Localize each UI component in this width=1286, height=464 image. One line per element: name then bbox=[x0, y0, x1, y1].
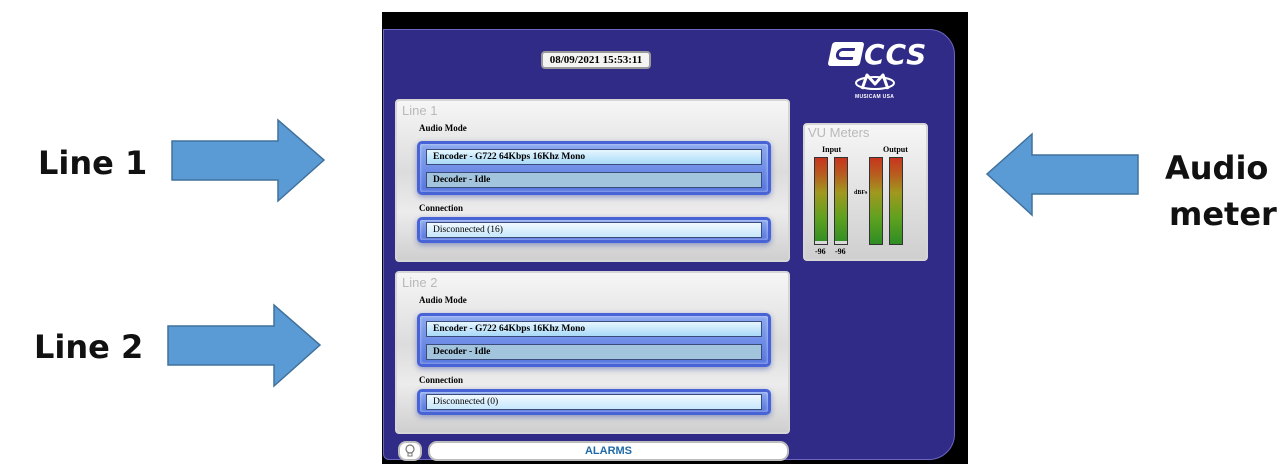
alarms-button[interactable]: ALARMS bbox=[428, 441, 789, 461]
output-right-meter bbox=[889, 157, 903, 245]
connection-status-field[interactable]: Disconnected (16) bbox=[426, 222, 762, 238]
musicam-logo-icon bbox=[855, 73, 895, 90]
line-title: Line 2 bbox=[402, 275, 438, 290]
datetime-display: 08/09/2021 15:53:11 bbox=[541, 51, 651, 69]
callout-line-1: Line 1 bbox=[38, 144, 148, 182]
audio-mode-frame: Encoder - G722 64Kbps 16Khz Mono Decoder… bbox=[417, 313, 771, 367]
callout-meter: meter bbox=[1169, 195, 1277, 233]
output-left-meter bbox=[869, 157, 883, 245]
ccs-logo-icon bbox=[827, 42, 865, 66]
connection-frame: Disconnected (16) bbox=[417, 217, 771, 243]
line-2-panel: Line 2 Audio Mode Encoder - G722 64Kbps … bbox=[395, 271, 790, 434]
encoder-field[interactable]: Encoder - G722 64Kbps 16Khz Mono bbox=[426, 321, 762, 337]
arrow-right-icon bbox=[171, 118, 326, 203]
input-right-meter bbox=[834, 157, 848, 245]
connection-label: Connection bbox=[419, 375, 464, 385]
output-label: Output bbox=[883, 145, 908, 154]
lightbulb-icon bbox=[405, 444, 415, 457]
vu-meters-title: VU Meters bbox=[808, 125, 870, 140]
arrow-left-icon bbox=[985, 132, 1139, 217]
callout-audio: Audio bbox=[1165, 149, 1269, 187]
input-left-readout: -96 bbox=[815, 247, 826, 256]
vu-meters-panel: VU Meters Input Output dBFs -96 -96 bbox=[803, 123, 928, 261]
line-title: Line 1 bbox=[402, 103, 438, 118]
decoder-field[interactable]: Decoder - Idle bbox=[426, 344, 762, 360]
logo-tagline: MUSICAM USA bbox=[855, 94, 895, 100]
alarm-indicator[interactable] bbox=[398, 441, 422, 461]
input-right-readout: -96 bbox=[835, 247, 846, 256]
connection-status-field[interactable]: Disconnected (0) bbox=[426, 394, 762, 410]
audio-mode-label: Audio Mode bbox=[419, 123, 467, 133]
ccs-logo: CCS MUSICAM USA bbox=[827, 38, 940, 112]
connection-frame: Disconnected (0) bbox=[417, 389, 771, 415]
arrow-right-icon bbox=[167, 303, 322, 388]
connection-label: Connection bbox=[419, 203, 464, 213]
audio-mode-label: Audio Mode bbox=[419, 295, 467, 305]
decoder-field[interactable]: Decoder - Idle bbox=[426, 172, 762, 188]
callout-line-2: Line 2 bbox=[34, 328, 144, 366]
input-left-meter bbox=[814, 157, 828, 245]
line-1-panel: Line 1 Audio Mode Encoder - G722 64Kbps … bbox=[395, 99, 790, 262]
encoder-field[interactable]: Encoder - G722 64Kbps 16Khz Mono bbox=[426, 149, 762, 165]
logo-brand: CCS bbox=[864, 38, 928, 71]
vu-unit-label: dBFs bbox=[854, 190, 868, 196]
input-label: Input bbox=[822, 145, 842, 154]
codec-panel: 08/09/2021 15:53:11 CCS MUSICAM USA Line… bbox=[383, 29, 955, 461]
device-screen: 08/09/2021 15:53:11 CCS MUSICAM USA Line… bbox=[382, 12, 968, 464]
audio-mode-frame: Encoder - G722 64Kbps 16Khz Mono Decoder… bbox=[417, 141, 771, 195]
